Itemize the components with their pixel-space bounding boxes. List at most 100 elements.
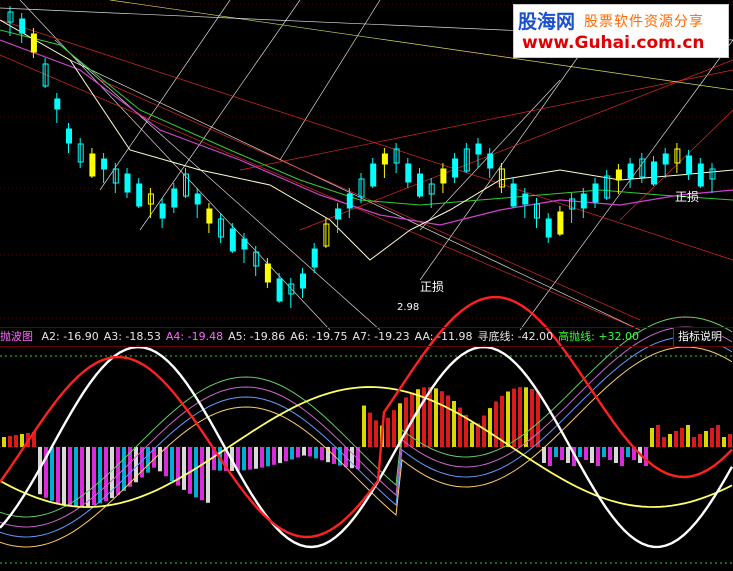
candle-body-17: [206, 208, 213, 224]
candle-body-59: [697, 163, 704, 187]
candle-body-29: [346, 193, 353, 209]
histogram-bar-99: [596, 447, 600, 466]
guhai-watermark: 股海网 股票软件资源分享 www.Guhai.com.cn: [513, 4, 729, 58]
histogram-bar-11: [68, 447, 72, 507]
stock-chart-window: 股海网 股票软件资源分享 www.Guhai.com.cn 正损 正损 2.98…: [0, 0, 733, 571]
histogram-bar-3: [20, 434, 24, 447]
indicator-value-bar: 抛波图 A2: -16.90 A3: -18.53 A4: -19.48 A5: -1…: [0, 327, 733, 347]
candle-body-43: [510, 183, 517, 207]
histogram-bar-44: [266, 447, 270, 467]
indicator-help-button[interactable]: 指标说明: [673, 328, 722, 346]
histogram-bar-96: [578, 447, 582, 457]
candle-body-35: [417, 173, 423, 197]
histogram-bar-115: [692, 437, 696, 447]
histogram-bar-103: [620, 447, 624, 466]
trend-line-11: [239, 69, 733, 171]
histogram-bar-50: [302, 447, 306, 456]
candle-body-20: [241, 238, 248, 250]
histogram-bar-28: [170, 447, 174, 482]
candle-body-11: [136, 183, 143, 207]
indicator-item-2: A4: -19.48: [165, 330, 224, 343]
candle-body-28: [335, 208, 342, 220]
ma-magenta-line: [0, 39, 733, 226]
candle-body-22: [264, 263, 271, 283]
histogram-bar-51: [308, 447, 312, 457]
histogram-bar-30: [182, 447, 186, 490]
histogram-bar-117: [704, 431, 708, 447]
histogram-bar-112: [674, 431, 678, 447]
histogram-bar-17: [104, 447, 108, 502]
histogram-bar-33: [200, 447, 204, 501]
histogram-bar-107: [644, 447, 648, 466]
histogram-bar-71: [428, 387, 432, 447]
histogram-bar-26: [158, 447, 162, 472]
candle-body-41: [487, 153, 494, 169]
histogram-bar-60: [362, 405, 366, 447]
histogram-bar-9: [56, 447, 60, 504]
candle-body-53: [627, 163, 634, 179]
candle-body-47: [557, 211, 564, 235]
histogram-bar-110: [662, 437, 666, 447]
histogram-bar-72: [434, 388, 438, 447]
histogram-bar-48: [290, 447, 294, 460]
histogram-bar-34: [206, 447, 210, 503]
candle-body-2: [30, 33, 37, 53]
candle-body-32: [381, 153, 388, 165]
histogram-bar-69: [416, 389, 420, 447]
candle-body-50: [592, 183, 599, 203]
candle-body-40: [475, 143, 482, 155]
candle-body-10: [124, 173, 131, 193]
histogram-bar-121: [728, 434, 732, 447]
histogram-bar-53: [320, 447, 324, 461]
histogram-bar-47: [284, 447, 288, 462]
histogram-bar-100: [602, 447, 606, 457]
histogram-bar-102: [614, 447, 618, 463]
histogram-bar-108: [650, 428, 654, 447]
histogram-bar-2: [14, 435, 18, 447]
histogram-bar-91: [548, 447, 552, 466]
histogram-bar-92: [554, 447, 558, 457]
low-price-annotation: 2.98: [397, 302, 420, 313]
candle-body-16: [194, 193, 201, 205]
indicator-item-7: 寻底线: -42.00: [477, 330, 554, 343]
histogram-bar-0: [2, 437, 6, 447]
histogram-bar-84: [506, 391, 510, 447]
candle-body-5: [66, 128, 72, 144]
histogram-bar-101: [608, 447, 612, 460]
candle-body-37: [440, 168, 447, 184]
indicator-item-4: A6: -19.75: [290, 330, 348, 343]
candle-body-34: [405, 163, 412, 183]
candle-body-26: [311, 248, 318, 268]
histogram-bar-94: [566, 447, 570, 463]
histogram-bar-80: [482, 415, 486, 447]
histogram-bar-104: [626, 447, 630, 457]
histogram-bar-61: [368, 412, 372, 447]
candle-body-13: [159, 203, 166, 219]
histogram-bar-116: [698, 434, 702, 447]
histogram-bar-24: [146, 447, 150, 473]
histogram-bar-78: [470, 422, 474, 447]
histogram-bar-32: [194, 447, 198, 498]
histogram-bar-49: [296, 447, 300, 458]
histogram-bar-98: [590, 447, 594, 463]
histogram-bar-46: [278, 447, 282, 464]
candle-body-14: [171, 188, 178, 208]
histogram-bar-52: [314, 447, 318, 459]
trend-line-8: [419, 39, 591, 281]
candle-body-55: [651, 161, 657, 185]
indicator-item-3: A5: -19.86: [228, 330, 286, 343]
zhengsun-annotation-right: 正损: [675, 190, 700, 204]
histogram-bar-118: [710, 428, 714, 447]
histogram-bar-120: [722, 437, 726, 447]
candle-body-38: [452, 158, 459, 178]
histogram-bar-62: [374, 420, 378, 447]
histogram-bar-13: [80, 447, 84, 507]
candle-body-46: [545, 218, 552, 238]
candle-body-49: [580, 193, 587, 209]
candle-body-56: [662, 153, 669, 165]
histogram-bar-14: [86, 447, 90, 507]
histogram-bar-10: [62, 447, 66, 505]
candle-body-7: [89, 153, 96, 177]
histogram-bar-65: [392, 410, 396, 447]
trend-line-3: [99, 0, 231, 191]
